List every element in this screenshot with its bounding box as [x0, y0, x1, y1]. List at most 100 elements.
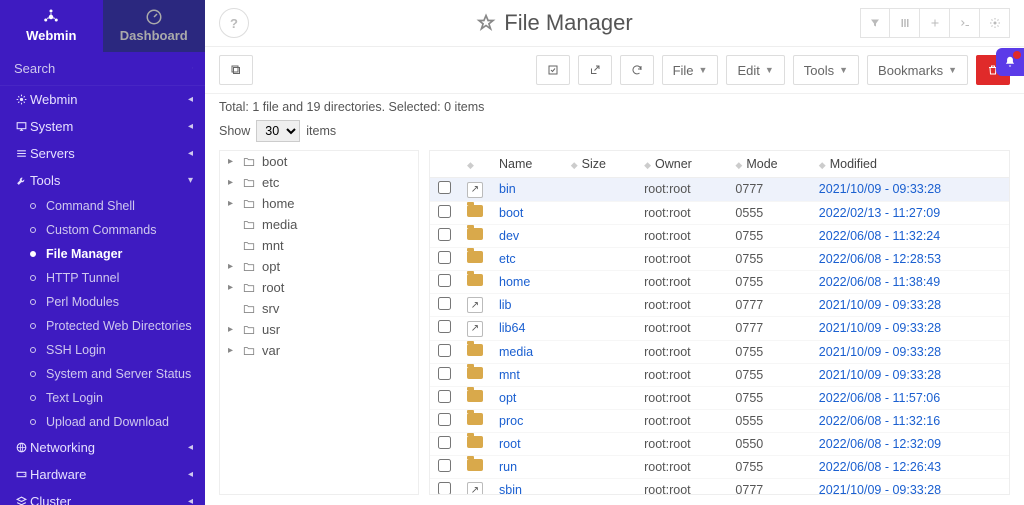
- tree-item-boot[interactable]: ▸boot: [220, 151, 418, 172]
- toolbar-open-external-button[interactable]: [578, 55, 612, 85]
- table-row[interactable]: devroot:root07552022/06/08 - 11:32:24: [430, 224, 1009, 247]
- cell-name[interactable]: run: [491, 455, 563, 478]
- tree-item-media[interactable]: media: [220, 214, 418, 235]
- tree-item-opt[interactable]: ▸opt: [220, 256, 418, 277]
- nav-group-system[interactable]: System◂: [0, 113, 205, 140]
- tree-item-root[interactable]: ▸root: [220, 277, 418, 298]
- table-row[interactable]: bootroot:root05552022/02/13 - 11:27:09: [430, 201, 1009, 224]
- col-mode[interactable]: ◆Mode: [727, 151, 810, 178]
- nav-item-perl-modules[interactable]: Perl Modules: [0, 290, 205, 314]
- row-checkbox[interactable]: [438, 344, 451, 357]
- table-row[interactable]: procroot:root05552022/06/08 - 11:32:16: [430, 409, 1009, 432]
- cell-name[interactable]: lib: [491, 293, 563, 317]
- cell-name[interactable]: etc: [491, 247, 563, 270]
- nav-item-command-shell[interactable]: Command Shell: [0, 194, 205, 218]
- toolbar-bookmarks-menu[interactable]: Bookmarks▼: [867, 55, 968, 85]
- status-text: Total: 1 file and 19 directories. Select…: [205, 94, 1024, 120]
- nav-group-networking[interactable]: Networking◂: [0, 434, 205, 461]
- table-row[interactable]: mntroot:root07552021/10/09 - 09:33:28: [430, 363, 1009, 386]
- row-checkbox[interactable]: [438, 367, 451, 380]
- nav-group-hardware[interactable]: Hardware◂: [0, 461, 205, 488]
- cell-name[interactable]: home: [491, 270, 563, 293]
- search-icon[interactable]: [192, 61, 193, 75]
- table-row[interactable]: ↗sbinroot:root07772021/10/09 - 09:33:28: [430, 478, 1009, 495]
- star-icon[interactable]: [476, 13, 496, 33]
- show-count-select[interactable]: 30: [256, 120, 300, 142]
- titlebar-settings-button[interactable]: [980, 8, 1010, 38]
- table-row[interactable]: runroot:root07552022/06/08 - 12:26:43: [430, 455, 1009, 478]
- row-checkbox[interactable]: [438, 320, 451, 333]
- cell-name[interactable]: proc: [491, 409, 563, 432]
- titlebar-columns-button[interactable]: [890, 8, 920, 38]
- col-name[interactable]: Name: [491, 151, 563, 178]
- show-label-post: items: [306, 124, 336, 138]
- toolbar-select-all-button[interactable]: [536, 55, 570, 85]
- toolbar-tools-menu[interactable]: Tools▼: [793, 55, 859, 85]
- search-input[interactable]: [12, 60, 192, 77]
- tab-webmin[interactable]: Webmin: [0, 0, 103, 52]
- table-row[interactable]: ↗binroot:root07772021/10/09 - 09:33:28: [430, 178, 1009, 202]
- cell-name[interactable]: mnt: [491, 363, 563, 386]
- sort-icon[interactable]: ◆: [467, 160, 474, 170]
- cell-name[interactable]: root: [491, 432, 563, 455]
- cell-name[interactable]: dev: [491, 224, 563, 247]
- cell-name[interactable]: bin: [491, 178, 563, 202]
- row-checkbox[interactable]: [438, 390, 451, 403]
- nav-group-cluster[interactable]: Cluster◂: [0, 488, 205, 505]
- tree-item-etc[interactable]: ▸etc: [220, 172, 418, 193]
- row-checkbox[interactable]: [438, 482, 451, 495]
- cell-name[interactable]: media: [491, 340, 563, 363]
- cell-name[interactable]: sbin: [491, 478, 563, 495]
- toolbar-copy-button[interactable]: [219, 55, 253, 85]
- table-row[interactable]: rootroot:root05502022/06/08 - 12:32:09: [430, 432, 1009, 455]
- col-owner[interactable]: ◆Owner: [636, 151, 727, 178]
- plus-icon: [929, 17, 941, 29]
- nav-item-http-tunnel[interactable]: HTTP Tunnel: [0, 266, 205, 290]
- row-checkbox[interactable]: [438, 459, 451, 472]
- cell-name[interactable]: lib64: [491, 317, 563, 341]
- row-checkbox[interactable]: [438, 297, 451, 310]
- cell-name[interactable]: boot: [491, 201, 563, 224]
- toolbar-refresh-button[interactable]: [620, 55, 654, 85]
- cell-size: [563, 386, 636, 409]
- nav-group-servers[interactable]: Servers◂: [0, 140, 205, 167]
- table-row[interactable]: ↗lib64root:root07772021/10/09 - 09:33:28: [430, 317, 1009, 341]
- toolbar-file-menu[interactable]: File▼: [662, 55, 719, 85]
- nav-item-protected-web-directories[interactable]: Protected Web Directories: [0, 314, 205, 338]
- table-row[interactable]: mediaroot:root07552021/10/09 - 09:33:28: [430, 340, 1009, 363]
- titlebar-filter-button[interactable]: [860, 8, 890, 38]
- nav-item-file-manager[interactable]: File Manager: [0, 242, 205, 266]
- nav-group-tools[interactable]: Tools▾: [0, 167, 205, 194]
- table-row[interactable]: ↗libroot:root07772021/10/09 - 09:33:28: [430, 293, 1009, 317]
- table-row[interactable]: homeroot:root07552022/06/08 - 11:38:49: [430, 270, 1009, 293]
- row-checkbox[interactable]: [438, 274, 451, 287]
- notifications-button[interactable]: [996, 48, 1024, 76]
- toolbar-edit-menu[interactable]: Edit▼: [726, 55, 784, 85]
- row-checkbox[interactable]: [438, 181, 451, 194]
- col-size[interactable]: ◆Size: [563, 151, 636, 178]
- cell-name[interactable]: opt: [491, 386, 563, 409]
- nav-item-ssh-login[interactable]: SSH Login: [0, 338, 205, 362]
- help-button[interactable]: ?: [219, 8, 249, 38]
- row-checkbox[interactable]: [438, 205, 451, 218]
- tree-item-home[interactable]: ▸home: [220, 193, 418, 214]
- row-checkbox[interactable]: [438, 413, 451, 426]
- titlebar-add-button[interactable]: [920, 8, 950, 38]
- tree-item-usr[interactable]: ▸usr: [220, 319, 418, 340]
- row-checkbox[interactable]: [438, 251, 451, 264]
- nav-item-custom-commands[interactable]: Custom Commands: [0, 218, 205, 242]
- titlebar-terminal-button[interactable]: [950, 8, 980, 38]
- nav-item-system-and-server-status[interactable]: System and Server Status: [0, 362, 205, 386]
- nav-item-text-login[interactable]: Text Login: [0, 386, 205, 410]
- table-row[interactable]: etcroot:root07552022/06/08 - 12:28:53: [430, 247, 1009, 270]
- nav-group-webmin[interactable]: Webmin◂: [0, 86, 205, 113]
- row-checkbox[interactable]: [438, 228, 451, 241]
- tree-item-var[interactable]: ▸var: [220, 340, 418, 361]
- row-checkbox[interactable]: [438, 436, 451, 449]
- table-row[interactable]: optroot:root07552022/06/08 - 11:57:06: [430, 386, 1009, 409]
- tab-dashboard[interactable]: Dashboard: [103, 0, 206, 52]
- tree-item-mnt[interactable]: mnt: [220, 235, 418, 256]
- tree-item-srv[interactable]: srv: [220, 298, 418, 319]
- col-modified[interactable]: ◆Modified: [811, 151, 1009, 178]
- nav-item-upload-and-download[interactable]: Upload and Download: [0, 410, 205, 434]
